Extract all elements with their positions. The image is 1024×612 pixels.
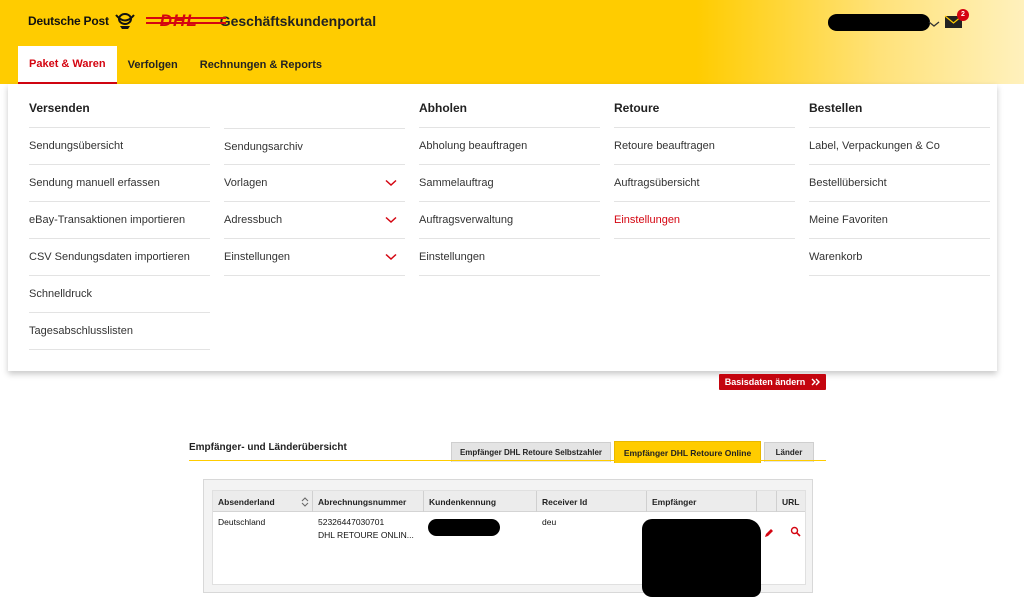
menu-item-sammelauftrag[interactable]: Sammelauftrag — [419, 165, 600, 202]
menu-item-label: Auftragsübersicht — [614, 177, 700, 189]
menu-column-retoure: Retoure Retoure beauftragen Auftragsüber… — [614, 84, 795, 239]
nav-tab-verfolgen[interactable]: Verfolgen — [117, 46, 189, 84]
chevron-down-icon[interactable] — [385, 216, 397, 224]
menu-item-label: Vorlagen — [224, 177, 268, 189]
section-title: Empfänger- und Länderübersicht — [189, 442, 347, 453]
menu-item-label: Schnelldruck — [29, 288, 92, 300]
nav-tab-paket-waren[interactable]: Paket & Waren — [18, 46, 117, 84]
menu-item-label: Adressbuch — [224, 214, 283, 226]
menu-item-bestelluebersicht[interactable]: Bestellübersicht — [809, 165, 990, 202]
menu-item-meine-favoriten[interactable]: Meine Favoriten — [809, 202, 990, 239]
menu-heading-versenden: Versenden — [29, 84, 210, 128]
menu-item-label: Sendungsarchiv — [224, 140, 303, 153]
column-header-absenderland[interactable]: Absenderland — [213, 491, 313, 512]
menu-item-auftragsuebersicht[interactable]: Auftragsübersicht — [614, 165, 795, 202]
recipient-table-frame: Absenderland Abrechnungsnummer Kundenken… — [203, 479, 813, 597]
menu-column-abholen: Abholen Abholung beauftragen Sammelauftr… — [419, 84, 600, 276]
menu-item-label: Meine Favoriten — [809, 214, 888, 226]
menu-item-einstellungen-retoure[interactable]: Einstellungen — [614, 202, 795, 239]
menu-item-einstellungen-versenden[interactable]: Einstellungen — [224, 239, 405, 276]
menu-heading-abholen: Abholen — [419, 84, 600, 128]
portal-title: Geschäftskundenportal — [219, 13, 377, 29]
menu-item-label: Sendung manuell erfassen — [29, 177, 160, 189]
cell-abrechnungsnummer: 52326447030701 — [318, 517, 385, 527]
section-underline — [189, 460, 826, 461]
column-header-empfaenger[interactable]: Empfänger — [647, 491, 757, 512]
double-chevron-right-icon — [811, 378, 821, 386]
brand-row: Deutsche Post DHL Geschäftskundenportal — [28, 10, 376, 32]
chevron-down-icon[interactable] — [385, 179, 397, 187]
menu-item-label: CSV Sendungsdaten importieren — [29, 251, 190, 263]
menu-column-versenden-more: Sendungsarchiv Vorlagen Adressbuch Einst… — [224, 84, 405, 276]
column-header-edit — [757, 491, 777, 512]
kundenkennung-redacted — [428, 519, 500, 536]
menu-item-vorlagen[interactable]: Vorlagen — [224, 165, 405, 202]
top-header: Deutsche Post DHL Geschäftskundenportal … — [0, 0, 1024, 84]
menu-item-label: eBay-Transaktionen importieren — [29, 214, 186, 226]
menu-item-label: Einstellungen — [419, 251, 486, 263]
menu-item-retoure-beauftragen[interactable]: Retoure beauftragen — [614, 128, 795, 165]
menu-item-tagesabschlusslisten[interactable]: Tagesabschlusslisten — [29, 313, 210, 350]
main-nav: Paket & Waren Verfolgen Rechnungen & Rep… — [18, 46, 333, 84]
menu-item-ebay-import[interactable]: eBay-Transaktionen importieren — [29, 202, 210, 239]
notification-badge: 2 — [957, 9, 969, 21]
menu-item-auftragsverwaltung[interactable]: Auftragsverwaltung — [419, 202, 600, 239]
post-horn-icon[interactable] — [114, 12, 136, 30]
menu-item-label: Auftragsverwaltung — [419, 214, 514, 226]
nav-tab-rechnungen-reports[interactable]: Rechnungen & Reports — [189, 46, 333, 84]
menu-item-schnelldruck[interactable]: Schnelldruck — [29, 276, 210, 313]
deutsche-post-logo-text[interactable]: Deutsche Post — [28, 14, 109, 28]
column-header-receiver-id[interactable]: Receiver Id — [537, 491, 647, 512]
menu-item-sendungsarchiv[interactable]: Sendungsarchiv — [224, 128, 405, 165]
empfaenger-redacted — [642, 519, 761, 597]
menu-item-label: Einstellungen — [614, 214, 681, 226]
menu-item-label: Tagesabschlusslisten — [29, 325, 133, 337]
account-name-redacted[interactable] — [828, 14, 930, 31]
magnifier-icon[interactable] — [790, 524, 801, 537]
menu-item-warenkorb[interactable]: Warenkorb — [809, 239, 990, 276]
menu-item-label: Einstellungen — [224, 251, 291, 263]
cell-receiver-id: deu — [542, 517, 557, 527]
menu-item-csv-import[interactable]: CSV Sendungsdaten importieren — [29, 239, 210, 276]
column-header-kundenkennung[interactable]: Kundenkennung — [424, 491, 537, 512]
cell-absenderland: Deutschland — [218, 517, 266, 527]
column-header-url[interactable]: URL — [777, 491, 805, 512]
tab-laender[interactable]: Länder — [764, 442, 814, 462]
menu-item-label: Sendungsübersicht — [29, 140, 124, 152]
menu-item-label: Bestellübersicht — [809, 177, 887, 189]
column-header-abrechnungsnummer[interactable]: Abrechnungsnummer — [313, 491, 424, 512]
menu-heading-retoure: Retoure — [614, 84, 795, 128]
chevron-down-icon[interactable] — [928, 16, 940, 27]
button-label: Basisdaten ändern — [724, 377, 806, 387]
sort-icon[interactable] — [301, 497, 309, 507]
cell-abrechnungsname: DHL RETOURE ONLIN... — [318, 530, 414, 540]
menu-item-label: Sammelauftrag — [419, 177, 494, 189]
menu-item-label: Label, Verpackungen & Co — [809, 140, 940, 152]
dhl-logo[interactable]: DHL — [145, 11, 226, 31]
pencil-icon[interactable] — [764, 525, 774, 537]
recipient-table: Absenderland Abrechnungsnummer Kundenken… — [212, 490, 806, 597]
menu-column-versenden: Versenden Sendungsübersicht Sendung manu… — [29, 84, 210, 350]
menu-heading-empty — [224, 84, 405, 128]
tab-empfaenger-selbstzahler[interactable]: Empfänger DHL Retoure Selbstzahler — [451, 442, 611, 462]
mega-menu: Versenden Sendungsübersicht Sendung manu… — [8, 84, 997, 371]
menu-heading-bestellen: Bestellen — [809, 84, 990, 128]
table-header-row: Absenderland Abrechnungsnummer Kundenken… — [213, 491, 805, 512]
menu-item-label: Retoure beauftragen — [614, 140, 715, 152]
menu-item-einstellungen-abholen[interactable]: Einstellungen — [419, 239, 600, 276]
menu-item-sendung-manuell-erfassen[interactable]: Sendung manuell erfassen — [29, 165, 210, 202]
menu-item-label-verpackungen[interactable]: Label, Verpackungen & Co — [809, 128, 990, 165]
menu-item-sendungsuebersicht[interactable]: Sendungsübersicht — [29, 128, 210, 165]
header-label: Absenderland — [218, 496, 275, 507]
menu-item-label: Abholung beauftragen — [419, 140, 528, 152]
menu-item-adressbuch[interactable]: Adressbuch — [224, 202, 405, 239]
chevron-down-icon[interactable] — [385, 253, 397, 261]
basisdaten-aendern-button[interactable]: Basisdaten ändern — [719, 374, 826, 390]
menu-column-bestellen: Bestellen Label, Verpackungen & Co Beste… — [809, 84, 990, 276]
menu-item-label: Warenkorb — [809, 251, 863, 263]
menu-item-abholung-beauftragen[interactable]: Abholung beauftragen — [419, 128, 600, 165]
